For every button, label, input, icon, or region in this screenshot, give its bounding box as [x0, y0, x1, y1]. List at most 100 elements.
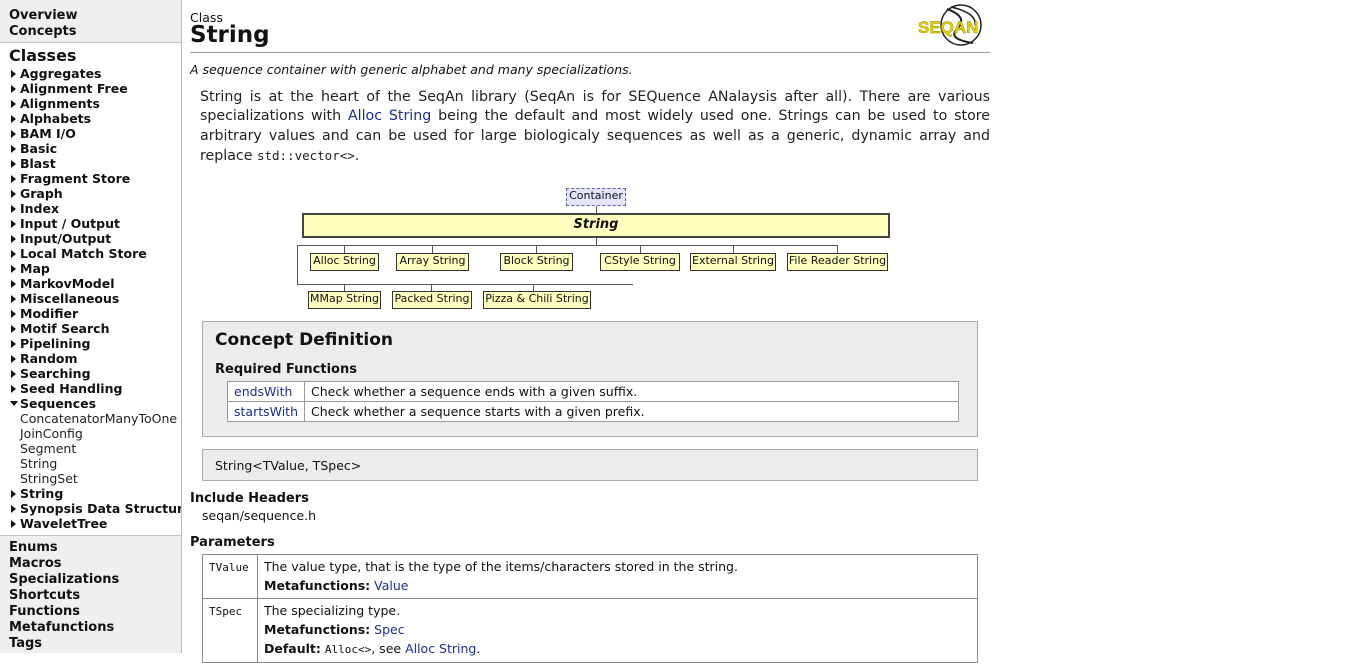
- value-metafunction-link[interactable]: Value: [374, 578, 408, 593]
- sidebar-subitem-concatenatormanytoone[interactable]: ConcatenatorManyToOne: [20, 411, 181, 426]
- sidebar-item-synopsis-data-structures[interactable]: Synopsis Data Structures: [9, 501, 181, 516]
- sidebar-link-tags[interactable]: Tags: [9, 636, 181, 652]
- expand-arrow-icon[interactable]: [11, 145, 16, 153]
- sidebar-link-concepts[interactable]: Concepts: [9, 24, 181, 40]
- diagram-node-cstyle-string[interactable]: CStyle String: [600, 253, 680, 271]
- expand-arrow-icon[interactable]: [11, 385, 16, 393]
- diagram-node-alloc-string[interactable]: Alloc String: [310, 253, 379, 271]
- sidebar-link-functions[interactable]: Functions: [9, 604, 181, 620]
- expand-arrow-icon[interactable]: [11, 250, 16, 258]
- sidebar-subitem-string[interactable]: String: [20, 456, 181, 471]
- expand-arrow-icon[interactable]: [11, 340, 16, 348]
- class-signature: String<TValue, TSpec>: [202, 449, 978, 481]
- diagram-node-string[interactable]: String: [302, 213, 890, 238]
- spec-metafunction-link[interactable]: Spec: [374, 622, 404, 637]
- sidebar-link-overview[interactable]: Overview: [9, 8, 181, 24]
- sidebar-item-graph[interactable]: Graph: [9, 186, 181, 201]
- diagram-node-packed-string[interactable]: Packed String: [392, 291, 472, 309]
- diagram-connector: [297, 245, 838, 246]
- expand-arrow-icon[interactable]: [11, 115, 16, 123]
- sidebar-link-shortcuts[interactable]: Shortcuts: [9, 588, 181, 604]
- alloc-string-link[interactable]: Alloc String: [348, 108, 431, 124]
- expand-arrow-icon[interactable]: [11, 70, 16, 78]
- sidebar-item-pipelining[interactable]: Pipelining: [9, 336, 181, 351]
- ends-with-link[interactable]: endsWith: [234, 384, 292, 399]
- diagram-node-container[interactable]: Container: [566, 188, 626, 206]
- sidebar-item-modifier[interactable]: Modifier: [9, 306, 181, 321]
- expand-arrow-icon[interactable]: [11, 100, 16, 108]
- title-divider: [190, 52, 990, 53]
- expand-arrow-icon[interactable]: [11, 505, 16, 513]
- concept-definition-title: Concept Definition: [215, 330, 393, 350]
- sidebar-classes-heading[interactable]: Classes: [9, 46, 181, 66]
- diagram-node-external-string[interactable]: External String: [690, 253, 776, 271]
- concept-definition-panel: Concept Definition Required Functions en…: [202, 321, 978, 437]
- collapse-arrow-icon[interactable]: [10, 401, 18, 406]
- expand-arrow-icon[interactable]: [11, 220, 16, 228]
- expand-arrow-icon[interactable]: [11, 490, 16, 498]
- sidebar-item-input-output[interactable]: Input/Output: [9, 231, 181, 246]
- expand-arrow-icon[interactable]: [11, 85, 16, 93]
- expand-arrow-icon[interactable]: [11, 280, 16, 288]
- diagram-node-array-string[interactable]: Array String: [396, 253, 469, 271]
- expand-arrow-icon[interactable]: [11, 160, 16, 168]
- diagram-connector: [297, 245, 298, 284]
- diagram-node-mmap-string[interactable]: MMap String: [308, 291, 381, 309]
- sidebar-link-metafunctions[interactable]: Metafunctions: [9, 620, 181, 636]
- param-description: The specializing type.: [264, 603, 401, 618]
- description-text: .: [354, 148, 360, 165]
- expand-arrow-icon[interactable]: [11, 235, 16, 243]
- sidebar-item-alignment-free[interactable]: Alignment Free: [9, 81, 181, 96]
- expand-arrow-icon[interactable]: [11, 205, 16, 213]
- param-metafunctions: Metafunctions: Value: [264, 576, 971, 595]
- expand-arrow-icon[interactable]: [11, 265, 16, 273]
- sidebar-subitem-joinconfig[interactable]: JoinConfig: [20, 426, 181, 441]
- required-functions-table: endsWith Check whether a sequence ends w…: [226, 381, 959, 422]
- expand-arrow-icon[interactable]: [11, 130, 16, 138]
- sidebar-item-alignments[interactable]: Alignments: [9, 96, 181, 111]
- sidebar-bottom-section: Enums Macros Specializations Shortcuts F…: [0, 535, 181, 653]
- seqan-logo[interactable]: SEQAN: [917, 3, 989, 49]
- sidebar-item-alphabets[interactable]: Alphabets: [9, 111, 181, 126]
- description-code: std::vector<>: [256, 148, 355, 164]
- sidebar-item-basic[interactable]: Basic: [9, 141, 181, 156]
- sidebar-item-random[interactable]: Random: [9, 351, 181, 366]
- sidebar-link-macros[interactable]: Macros: [9, 556, 181, 572]
- sidebar-item-seed-handling[interactable]: Seed Handling: [9, 381, 181, 396]
- sidebar-item-aggregates[interactable]: Aggregates: [9, 66, 181, 81]
- sidebar-item-markovmodel[interactable]: MarkovModel: [9, 276, 181, 291]
- sidebar-item-fragment-store[interactable]: Fragment Store: [9, 171, 181, 186]
- function-name-cell: endsWith: [226, 381, 306, 402]
- sidebar-item-index[interactable]: Index: [9, 201, 181, 216]
- sidebar-link-enums[interactable]: Enums: [9, 540, 181, 556]
- expand-arrow-icon[interactable]: [11, 355, 16, 363]
- diagram-node-pizza-chili-string[interactable]: Pizza & Chili String: [483, 291, 591, 309]
- sidebar-item-miscellaneous[interactable]: Miscellaneous: [9, 291, 181, 306]
- sidebar-link-specializations[interactable]: Specializations: [9, 572, 181, 588]
- main-content: Class String SEQAN A sequence container …: [190, 0, 990, 663]
- diagram-node-block-string[interactable]: Block String: [500, 253, 573, 271]
- expand-arrow-icon[interactable]: [11, 325, 16, 333]
- sidebar-item-searching[interactable]: Searching: [9, 366, 181, 381]
- starts-with-link[interactable]: startsWith: [234, 404, 298, 419]
- sidebar-item-map[interactable]: Map: [9, 261, 181, 276]
- sidebar-item-sequences[interactable]: Sequences: [9, 396, 181, 411]
- expand-arrow-icon[interactable]: [11, 175, 16, 183]
- sidebar-subitem-segment[interactable]: Segment: [20, 441, 181, 456]
- alloc-string-link[interactable]: Alloc String: [405, 641, 476, 656]
- sidebar-item-local-match-store[interactable]: Local Match Store: [9, 246, 181, 261]
- diagram-node-file-reader-string[interactable]: File Reader String: [787, 253, 888, 271]
- include-headers-heading: Include Headers: [190, 491, 309, 506]
- expand-arrow-icon[interactable]: [11, 520, 16, 528]
- expand-arrow-icon[interactable]: [11, 370, 16, 378]
- expand-arrow-icon[interactable]: [11, 310, 16, 318]
- sidebar-subitem-stringset[interactable]: StringSet: [20, 471, 181, 486]
- sidebar-item-input-output-spaced[interactable]: Input / Output: [9, 216, 181, 231]
- sidebar-item-blast[interactable]: Blast: [9, 156, 181, 171]
- expand-arrow-icon[interactable]: [11, 190, 16, 198]
- sidebar-item-bam-io[interactable]: BAM I/O: [9, 126, 181, 141]
- expand-arrow-icon[interactable]: [11, 295, 16, 303]
- sidebar-item-string[interactable]: String: [9, 486, 181, 501]
- sidebar-item-motif-search[interactable]: Motif Search: [9, 321, 181, 336]
- sidebar-item-wavelettree[interactable]: WaveletTree: [9, 516, 181, 531]
